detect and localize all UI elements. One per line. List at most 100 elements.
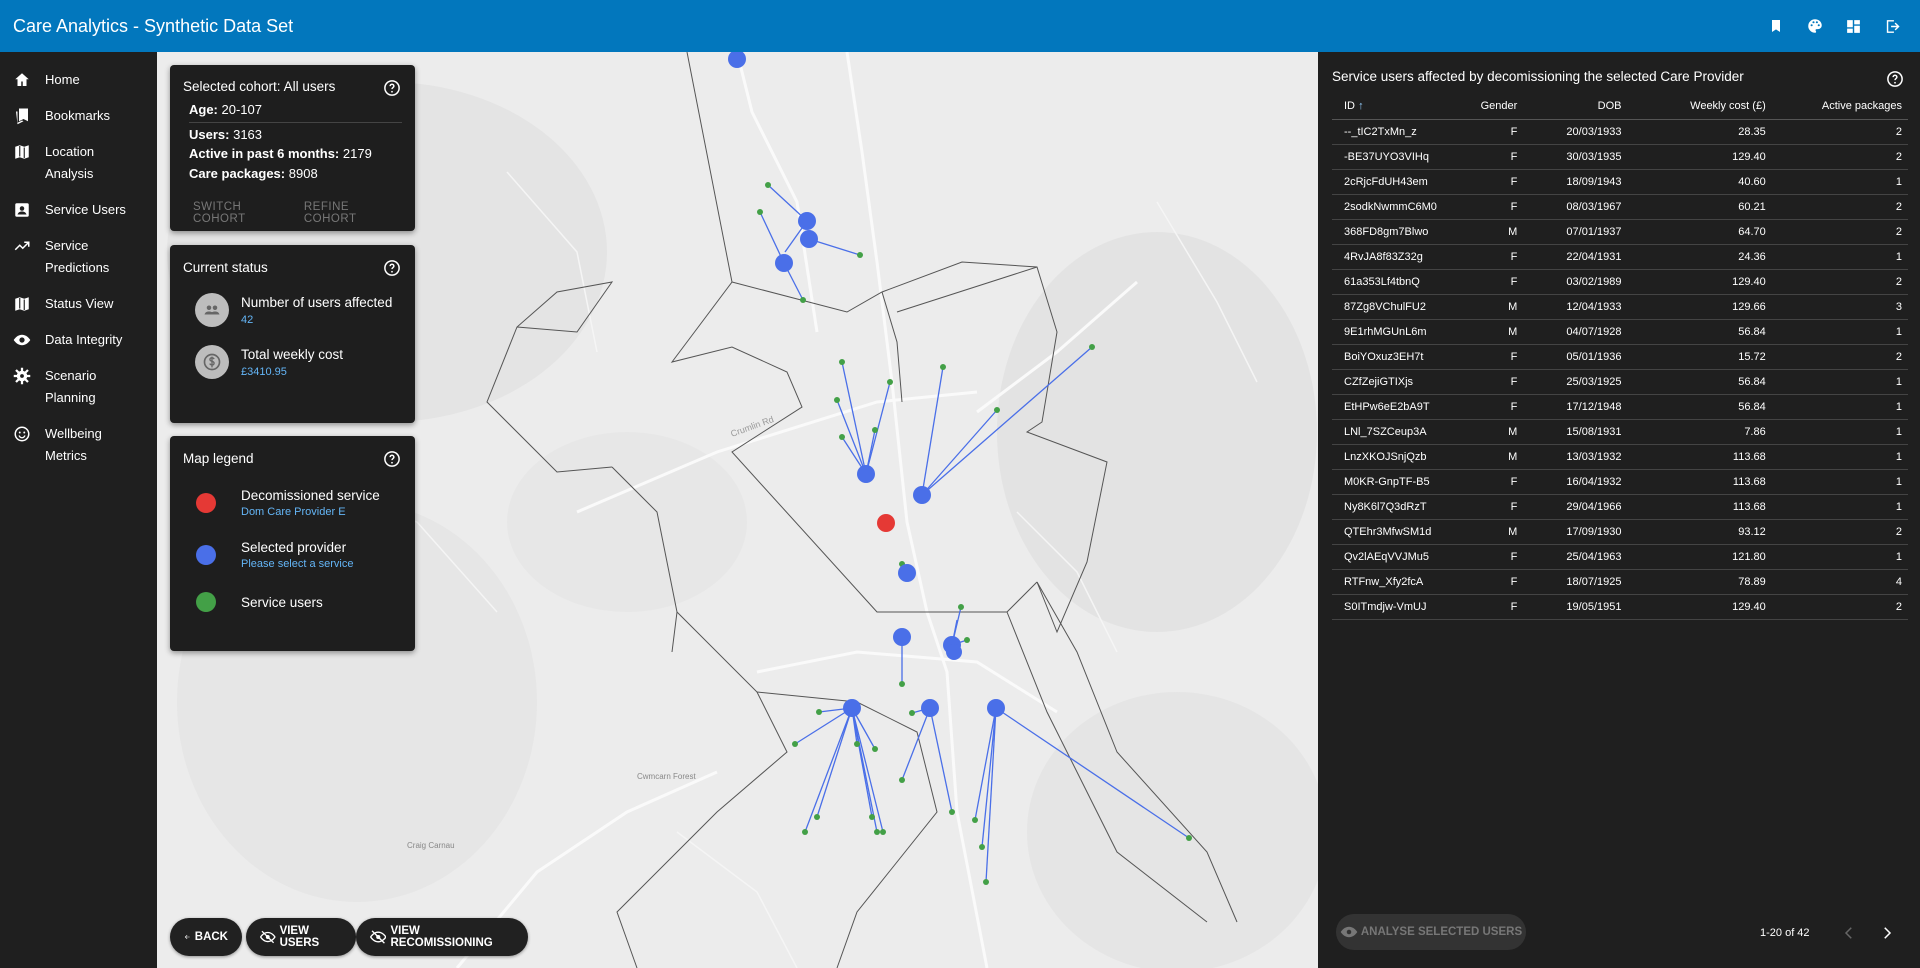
map-label-forest: Cwmcarn Forest [637, 772, 696, 781]
table-row[interactable]: M0KR-GnpTF-B5 F 16/04/1932 113.68 1 [1332, 469, 1908, 495]
legend-label: Service users [241, 594, 323, 610]
cell-dob: 19/05/1951 [1523, 594, 1628, 620]
table-row[interactable]: S0ITmdjw-VmUJ F 19/05/1951 129.40 2 [1332, 594, 1908, 620]
table-row[interactable]: 368FD8gm7Blwo M 07/01/1937 64.70 2 [1332, 219, 1908, 245]
cell-id: 87Zg8VChulFU2 [1332, 294, 1449, 320]
table-row[interactable]: 2cRjcFdUH43em F 18/09/1943 40.60 1 [1332, 169, 1908, 195]
cell-weekly-cost: 121.80 [1627, 544, 1772, 570]
sidebar-item-label: Home [45, 72, 80, 87]
analyse-selected-users-button[interactable]: ANALYSE SELECTED USERS [1336, 914, 1526, 950]
cell-active-packages: 2 [1771, 344, 1908, 370]
column-header-gender[interactable]: Gender [1448, 93, 1524, 120]
cell-dob: 07/01/1937 [1523, 219, 1628, 245]
cell-gender: F [1448, 344, 1524, 370]
cell-active-packages: 2 [1771, 219, 1908, 245]
view-recommissioning-label: VIEW RECOMISSIONING [390, 925, 493, 949]
cell-weekly-cost: 56.84 [1627, 319, 1772, 345]
dashboard-button[interactable] [1834, 0, 1873, 52]
legend-service-users: Service users [196, 592, 402, 612]
cell-gender: F [1448, 119, 1524, 145]
cohort-card: Selected cohort: All users Age: 20-107 U… [170, 65, 415, 231]
cell-active-packages: 1 [1771, 544, 1908, 570]
table-row[interactable]: 2sodkNwmmC6M0 F 08/03/1967 60.21 2 [1332, 194, 1908, 220]
cell-dob: 03/02/1989 [1523, 269, 1628, 295]
sidebar-item-scenario-planning[interactable]: Scenario Planning [0, 358, 157, 416]
bookmark-button[interactable] [1756, 0, 1795, 52]
cohort-title: Selected cohort: All users [183, 79, 336, 94]
sidebar-item-home[interactable]: Home [0, 62, 157, 98]
table-row[interactable]: RTFnw_Xfy2fcA F 18/07/1925 78.89 4 [1332, 569, 1908, 595]
sidebar-item-service-predictions[interactable]: Service Predictions [0, 228, 157, 286]
map-icon [15, 145, 29, 159]
previous-page-icon[interactable] [1840, 924, 1858, 942]
view-users-button[interactable]: VIEW USERS [246, 918, 356, 956]
decommissioned-service-marker[interactable] [877, 514, 895, 532]
sidebar-item-service-users[interactable]: Service Users [0, 192, 157, 228]
cell-dob: 17/09/1930 [1523, 519, 1628, 545]
table-row[interactable]: Qv2lAEqVVJMu5 F 25/04/1963 121.80 1 [1332, 544, 1908, 570]
table-row[interactable]: LnzXKOJSnjQzb M 13/03/1932 113.68 1 [1332, 444, 1908, 470]
help-icon[interactable] [383, 450, 401, 468]
cohort-active: Active in past 6 months: 2179 [189, 146, 372, 161]
table-row[interactable]: QTEhr3MfwSM1d M 17/09/1930 93.12 2 [1332, 519, 1908, 545]
table-row[interactable]: 9E1rhMGUnL6m M 04/07/1928 56.84 1 [1332, 319, 1908, 345]
settings-icon [13, 367, 31, 385]
sort-ascending-icon: ↑ [1358, 99, 1364, 112]
app-bar: Care Analytics - Synthetic Data Set [0, 0, 1920, 52]
table-row[interactable]: CZfZejiGTIXjs F 25/03/1925 56.84 1 [1332, 369, 1908, 395]
cell-active-packages: 3 [1771, 294, 1908, 320]
sidebar-item-bookmarks[interactable]: Bookmarks [0, 98, 157, 134]
legend-selected-provider: Selected provider Please select a servic… [196, 540, 402, 570]
view-recommissioning-button[interactable]: VIEW RECOMISSIONING [356, 918, 528, 956]
table-row[interactable]: 61a353Lf4tbnQ F 03/02/1989 129.40 2 [1332, 269, 1908, 295]
cohort-users: Users: 3163 [189, 126, 263, 142]
cell-dob: 16/04/1932 [1523, 469, 1628, 495]
table-row[interactable]: 87Zg8VChulFU2 M 12/04/1933 129.66 3 [1332, 294, 1908, 320]
table-row[interactable]: BoiYOxuz3EH7t F 05/01/1936 15.72 2 [1332, 344, 1908, 370]
help-icon[interactable] [383, 259, 401, 277]
table-row[interactable]: -BE37UYO3VIHq F 30/03/1935 129.40 2 [1332, 144, 1908, 170]
app-title: Care Analytics - Synthetic Data Set [13, 15, 294, 36]
cell-id: BoiYOxuz3EH7t [1332, 344, 1449, 370]
cell-id: QTEhr3MfwSM1d [1332, 519, 1449, 545]
back-button[interactable]: BACK [170, 918, 242, 956]
column-header-id[interactable]: ID ↑ [1332, 93, 1449, 120]
eye-icon [13, 334, 31, 346]
cell-gender: F [1448, 569, 1524, 595]
help-icon[interactable] [1886, 70, 1904, 88]
sidebar-item-wellbeing-metrics[interactable]: Wellbeing Metrics [0, 416, 157, 474]
sidebar-item-label: Data Integrity [45, 332, 123, 347]
next-page-icon[interactable] [1878, 924, 1896, 942]
column-header-dob[interactable]: DOB [1523, 93, 1628, 120]
table-row[interactable]: --_tIC2TxMn_z F 20/03/1933 28.35 2 [1332, 119, 1908, 145]
sidebar-item-status-view[interactable]: Status View [0, 286, 157, 322]
cell-gender: F [1448, 169, 1524, 195]
refine-cohort-button[interactable]: REFINE COHORT [294, 193, 402, 233]
cell-dob: 08/03/1967 [1523, 194, 1628, 220]
legend-green-dot [196, 592, 216, 612]
cell-active-packages: 1 [1771, 469, 1908, 495]
column-header-active-packages[interactable]: Active packages [1771, 93, 1908, 120]
logout-button[interactable] [1873, 0, 1912, 52]
cell-gender: M [1448, 519, 1524, 545]
palette-button[interactable] [1795, 0, 1834, 52]
cell-weekly-cost: 60.21 [1627, 194, 1772, 220]
sidebar-item-data-integrity[interactable]: Data Integrity [0, 322, 157, 358]
table-row[interactable]: 4RvJA8f83Z32g F 22/04/1931 24.36 1 [1332, 244, 1908, 270]
table-row[interactable]: LNl_7SZCeup3A M 15/08/1931 7.86 1 [1332, 419, 1908, 445]
cell-weekly-cost: 64.70 [1627, 219, 1772, 245]
palette-icon [1807, 19, 1822, 33]
eye-off-icon [370, 930, 387, 944]
cell-weekly-cost: 129.40 [1627, 269, 1772, 295]
status-title: Current status [183, 260, 268, 275]
affected-users-panel: Service users affected by decomissioning… [1318, 52, 1920, 968]
sidebar-item-location-analysis[interactable]: Location Analysis [0, 134, 157, 192]
switch-cohort-button[interactable]: SWITCH COHORT [183, 193, 294, 233]
cohort-age: Age: 20-107 [189, 102, 262, 117]
cell-id: 4RvJA8f83Z32g [1332, 244, 1449, 270]
column-header-weekly-cost[interactable]: Weekly cost (£) [1627, 93, 1772, 120]
table-row[interactable]: EtHPw6eE2bA9T F 17/12/1948 56.84 1 [1332, 394, 1908, 420]
cell-dob: 05/01/1936 [1523, 344, 1628, 370]
help-icon[interactable] [383, 79, 401, 97]
table-row[interactable]: Ny8K6l7Q3dRzT F 29/04/1966 113.68 1 [1332, 494, 1908, 520]
